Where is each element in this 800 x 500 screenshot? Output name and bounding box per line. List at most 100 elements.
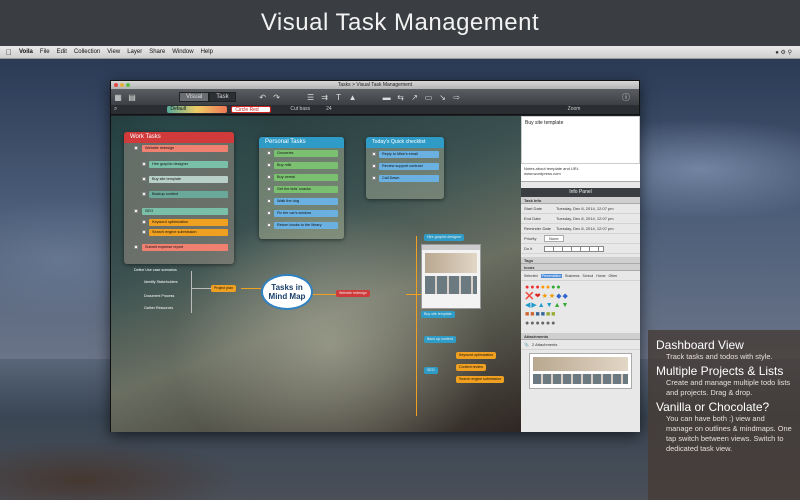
list-item[interactable]: Search engine submission (149, 229, 228, 236)
list-item[interactable]: Return books to the library (274, 222, 338, 229)
task-info-section[interactable]: Task Info (521, 197, 640, 204)
do-it-selector[interactable] (544, 245, 604, 252)
menu-file[interactable]: File (40, 49, 50, 55)
list-item[interactable]: Hire graphic designer (149, 161, 228, 168)
list-item[interactable]: Backup content (149, 191, 228, 198)
tab-visual[interactable]: Visual (179, 92, 210, 102)
status-bar-icons[interactable]: ● ⚙ ⚲ (775, 49, 792, 56)
shape-icon[interactable]: ▭ (422, 93, 436, 102)
list-item[interactable]: Groceries (274, 150, 338, 157)
menu-collection[interactable]: Collection (74, 49, 100, 55)
list-item[interactable]: Buy milk (274, 162, 338, 169)
icon-tab[interactable]: Home (596, 274, 605, 278)
checkbox[interactable] (372, 164, 376, 168)
icon-grid[interactable]: ●●●●●●● ❌❤★★◆◆ ◀▶▲▼▲▼ ■■■■■■ ●●●●●● (521, 281, 640, 333)
list-item[interactable]: Reply to Mike's email (379, 151, 439, 158)
attachments-section[interactable]: Attachments (521, 333, 640, 340)
menu-window[interactable]: Window (172, 49, 193, 55)
mindmap-node[interactable]: Gather Resources (141, 305, 176, 312)
end-date-row[interactable]: End Date Tuesday, Dec 8, 2014, 12:07 pm (521, 214, 640, 224)
list-item[interactable]: Buy cereal (274, 174, 338, 181)
list-item[interactable]: Get the kids' snacks (274, 186, 338, 193)
checkbox[interactable] (267, 151, 271, 155)
quick-checklist[interactable]: Today's Quick checklist Reply to Mike's … (366, 137, 444, 199)
icon-tab[interactable]: Other (609, 274, 618, 278)
share-icon[interactable]: ⇨ (450, 93, 464, 102)
checkbox[interactable] (372, 176, 376, 180)
menu-layer[interactable]: Layer (127, 49, 142, 55)
note-card[interactable]: Buy site template (521, 116, 640, 164)
reminder-date-value[interactable]: Tuesday, Dec 8, 2014, 12:07 pm (556, 226, 614, 231)
checkbox[interactable] (134, 209, 138, 213)
icon-tab[interactable]: Selected (524, 274, 538, 278)
mindmap-node[interactable]: Document Process (141, 293, 177, 300)
zoom-window-icon[interactable] (126, 83, 130, 87)
checkbox[interactable] (134, 146, 138, 150)
priority-row[interactable]: Priority None (521, 234, 640, 244)
mindmap-node[interactable]: Buy site template (421, 311, 455, 318)
sidebar-toggle-icon[interactable]: ▦ (111, 93, 125, 102)
weight-picker[interactable]: Cut bass (287, 106, 313, 113)
checkbox[interactable] (267, 211, 271, 215)
checkbox[interactable] (267, 163, 271, 167)
align-icon[interactable]: ▬ (380, 93, 394, 102)
zoom-glass-icon[interactable]: ⌕ (114, 106, 117, 113)
redo-icon[interactable]: ↷ (270, 93, 284, 102)
connect-icon[interactable]: ⇆ (394, 93, 408, 102)
menu-app[interactable]: Voila (19, 49, 33, 55)
task-canvas[interactable]: Work Tasks Website redesign Hire graphic… (111, 116, 521, 432)
reminder-date-row[interactable]: Reminder Date Tuesday, Dec 8, 2014, 12:0… (521, 224, 640, 234)
end-date-value[interactable]: Tuesday, Dec 8, 2014, 12:07 pm (556, 216, 614, 221)
checkbox[interactable] (134, 245, 138, 249)
close-window-icon[interactable] (114, 83, 118, 87)
checkbox[interactable] (142, 230, 146, 234)
list-item[interactable]: Walk the dog (274, 198, 338, 205)
list-item[interactable]: Review support contract (379, 163, 439, 170)
list-item[interactable]: SEO (142, 208, 228, 215)
work-tasks-list[interactable]: Work Tasks Website redesign Hire graphic… (124, 132, 234, 264)
mindmap-node[interactable]: Back up content (424, 336, 456, 343)
list-item[interactable]: Website redesign (142, 145, 228, 152)
mindmap-node[interactable]: SEO (424, 367, 438, 374)
mindmap-node[interactable]: Website redesign (336, 290, 370, 297)
checkbox[interactable] (142, 192, 146, 196)
checkbox[interactable] (267, 187, 271, 191)
checkbox[interactable] (267, 175, 271, 179)
list-item[interactable]: Fix the car's window (274, 210, 338, 217)
menu-edit[interactable]: Edit (57, 49, 67, 55)
attachments-count-row[interactable]: 📎 2 Attachments (521, 340, 640, 350)
attachment-thumbnail[interactable] (529, 353, 632, 389)
site-template-image[interactable] (421, 244, 481, 309)
personal-tasks-list[interactable]: Personal Tasks Groceries Buy milk Buy ce… (259, 137, 344, 239)
start-date-value[interactable]: Tuesday, Dec 8, 2014, 12:07 pm (556, 206, 614, 211)
list-item[interactable]: Buy site template (149, 176, 228, 183)
chart-icon[interactable]: ↘ (436, 93, 450, 102)
tags-section[interactable]: Tags (521, 257, 640, 264)
priority-select[interactable]: None (544, 235, 564, 242)
list-item[interactable]: Keyword optimization (149, 219, 228, 226)
font-picker[interactable]: Circle Red (231, 106, 272, 113)
mindmap-node[interactable]: Hire graphic designer (424, 234, 465, 241)
checkbox[interactable] (372, 152, 376, 156)
mindmap-node[interactable]: Content review (456, 364, 486, 371)
text-icon[interactable]: T (332, 93, 346, 102)
image-icon[interactable]: ▲ (346, 93, 360, 102)
list-item[interactable]: Submit expense report (142, 244, 228, 251)
note-body[interactable]: Notes about template and URL www.wordpre… (521, 164, 640, 182)
checkbox[interactable] (142, 162, 146, 166)
mindmap-node[interactable]: Define Use case scenarios (131, 267, 180, 274)
tab-task[interactable]: Task (209, 92, 236, 102)
icon-tab[interactable]: Business (565, 274, 579, 278)
line-icon[interactable]: ↗ (408, 93, 422, 102)
collapse-icon[interactable]: ⇉ (318, 93, 332, 102)
checkbox[interactable] (142, 220, 146, 224)
checkbox[interactable] (267, 199, 271, 203)
menu-view[interactable]: View (107, 49, 120, 55)
icon-tab[interactable]: School (582, 274, 593, 278)
icons-section[interactable]: Icons (521, 264, 640, 271)
undo-icon[interactable]: ↶ (256, 93, 270, 102)
outline-icon[interactable]: ☰ (304, 93, 318, 102)
minimize-window-icon[interactable] (120, 83, 124, 87)
mindmap-node[interactable]: Keyword optimization (456, 352, 497, 359)
style-picker[interactable]: Default (167, 106, 228, 113)
